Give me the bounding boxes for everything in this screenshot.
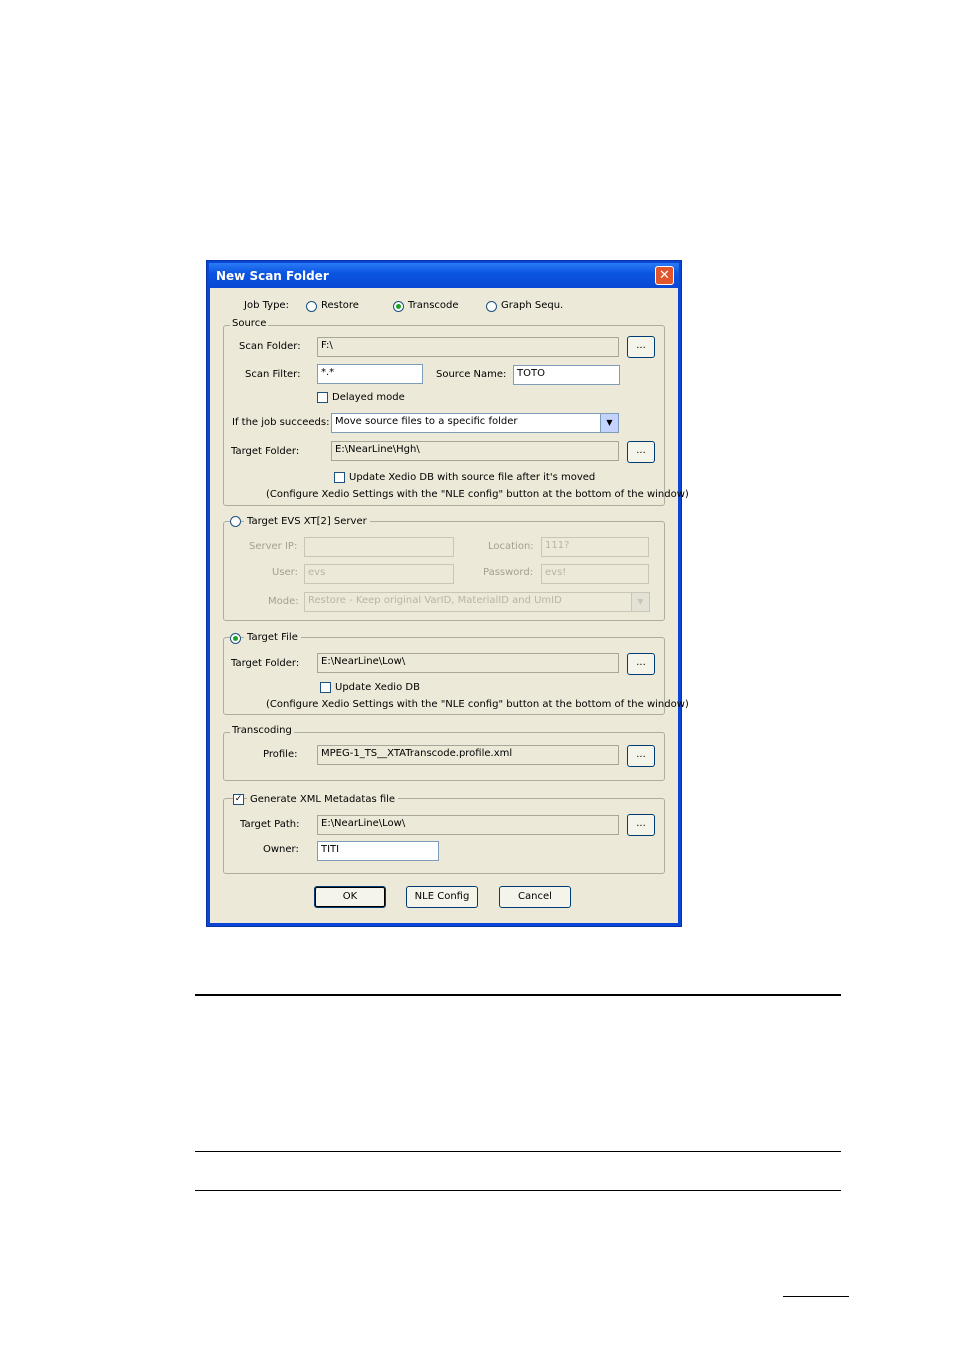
scan-filter-input[interactable]: *.* — [317, 364, 423, 384]
update-db-moved-label: Update Xedio DB with source file after i… — [349, 472, 596, 483]
target-evs-radio[interactable] — [230, 516, 241, 527]
radio-transcode[interactable] — [393, 301, 404, 312]
scan-filter-label: Scan Filter: — [245, 369, 301, 380]
server-ip-field[interactable] — [304, 537, 454, 557]
if-job-succeeds-label: If the job succeeds: — [232, 417, 330, 428]
nle-config-button[interactable]: NLE Config — [406, 886, 478, 908]
server-ip-label: Server IP: — [249, 541, 298, 552]
ok-button[interactable]: OK — [314, 886, 386, 908]
if-job-succeeds-select[interactable]: Move source files to a specific folder ▼ — [331, 413, 619, 433]
target-path-field[interactable]: E:\NearLine\Low\ — [317, 815, 619, 835]
new-scan-folder-dialog: New Scan Folder ✕ Job Type: Restore Tran… — [206, 260, 689, 927]
delayed-mode-label: Delayed mode — [332, 392, 405, 403]
source-target-folder-browse-button[interactable]: ... — [627, 441, 655, 463]
source-name-input[interactable]: TOTO — [513, 365, 620, 385]
update-db-moved-checkbox[interactable] — [334, 472, 345, 483]
cancel-button[interactable]: Cancel — [499, 886, 571, 908]
user-label: User: — [272, 567, 298, 578]
file-target-folder-field[interactable]: E:\NearLine\Low\ — [317, 653, 619, 673]
target-file-legend: Target File — [244, 632, 301, 643]
mode-value: Restore - Keep original VarID, MaterialI… — [308, 595, 562, 606]
user-field[interactable]: evs — [304, 564, 454, 584]
update-xedio-db-checkbox[interactable] — [320, 682, 331, 693]
chevron-down-icon[interactable]: ▼ — [631, 593, 649, 611]
title-bar[interactable]: New Scan Folder ✕ — [209, 263, 679, 288]
chevron-down-icon[interactable]: ▼ — [600, 414, 618, 432]
dialog-title: New Scan Folder — [216, 269, 329, 283]
radio-restore[interactable] — [306, 301, 317, 312]
footer-rule — [783, 1296, 849, 1297]
transcoding-legend: Transcoding — [230, 725, 294, 736]
update-xedio-db-label: Update Xedio DB — [335, 682, 420, 693]
scan-folder-browse-button[interactable]: ... — [627, 336, 655, 358]
radio-graph-sequ[interactable] — [486, 301, 497, 312]
target-file-radio[interactable] — [230, 633, 241, 644]
location-label: Location: — [488, 541, 534, 552]
mode-select[interactable]: Restore - Keep original VarID, MaterialI… — [304, 592, 650, 612]
source-configure-note: (Configure Xedio Settings with the "NLE … — [266, 489, 689, 500]
password-field[interactable]: evs! — [541, 564, 649, 584]
if-job-succeeds-value: Move source files to a specific folder — [335, 416, 518, 427]
file-configure-note: (Configure Xedio Settings with the "NLE … — [266, 699, 689, 710]
target-path-browse-button[interactable]: ... — [627, 814, 655, 836]
profile-label: Profile: — [263, 749, 298, 760]
radio-transcode-label: Transcode — [408, 300, 459, 311]
source-name-label: Source Name: — [436, 369, 507, 380]
source-target-folder-field[interactable]: E:\NearLine\Hgh\ — [331, 441, 619, 461]
file-target-folder-label: Target Folder: — [231, 658, 300, 669]
radio-restore-label: Restore — [321, 300, 359, 311]
owner-input[interactable]: TITI — [317, 841, 439, 861]
generate-xml-checkbox[interactable]: ✓ — [233, 794, 244, 805]
password-label: Password: — [483, 567, 534, 578]
table-top-rule — [195, 994, 841, 996]
job-type-label: Job Type: — [244, 300, 289, 311]
profile-browse-button[interactable]: ... — [627, 745, 655, 767]
profile-field[interactable]: MPEG-1_TS__XTATranscode.profile.xml — [317, 745, 619, 765]
delayed-mode-checkbox[interactable] — [317, 392, 328, 403]
target-evs-legend: Target EVS XT[2] Server — [244, 516, 370, 527]
scan-folder-field[interactable]: F:\ — [317, 337, 619, 357]
table-bottom-rule — [195, 1190, 841, 1191]
generate-xml-legend: Generate XML Metadatas file — [247, 794, 399, 805]
close-icon[interactable]: ✕ — [655, 266, 674, 285]
source-target-folder-label: Target Folder: — [231, 446, 300, 457]
mode-label: Mode: — [268, 596, 299, 607]
source-legend: Source — [230, 318, 269, 329]
location-field[interactable]: 111? — [541, 537, 649, 557]
dialog-body: Job Type: Restore Transcode Graph Sequ. … — [210, 288, 689, 923]
target-path-label: Target Path: — [240, 819, 300, 830]
scan-folder-label: Scan Folder: — [239, 341, 301, 352]
file-target-folder-browse-button[interactable]: ... — [627, 653, 655, 675]
radio-graph-sequ-label: Graph Sequ. — [501, 300, 564, 311]
xml-metadata-group — [223, 798, 665, 874]
table-mid-rule — [195, 1151, 841, 1152]
owner-label: Owner: — [263, 844, 299, 855]
